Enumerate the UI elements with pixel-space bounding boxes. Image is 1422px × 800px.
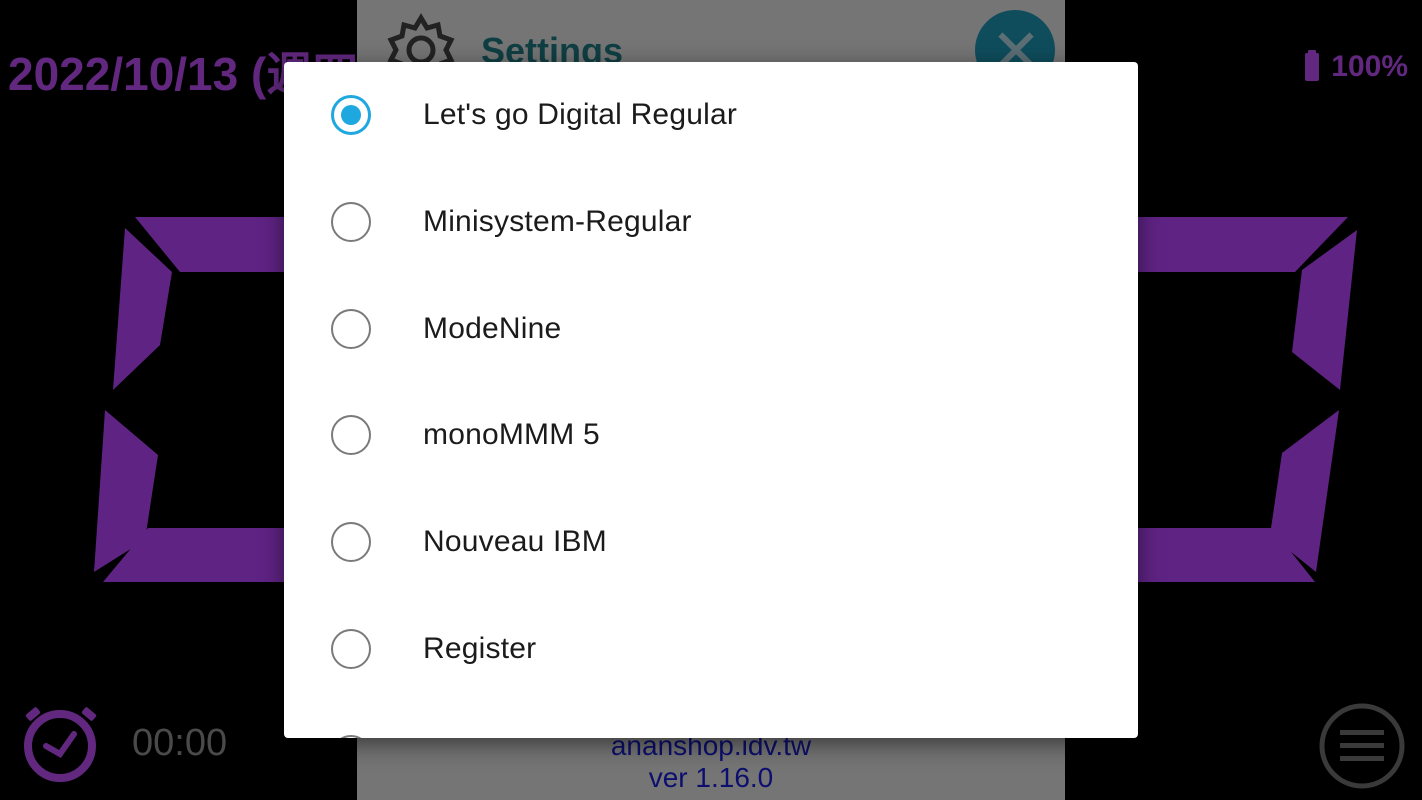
- radio-button[interactable]: [331, 735, 371, 738]
- font-option-minisystem[interactable]: Minisystem-Regular: [284, 169, 1138, 275]
- font-option-label: Let's go Digital Regular: [423, 98, 738, 131]
- radio-button[interactable]: [331, 629, 371, 669]
- font-option-label: Minisystem-Regular: [423, 205, 692, 238]
- font-option-label: monoMMM 5: [423, 418, 600, 451]
- font-option-modenine[interactable]: ModeNine: [284, 276, 1138, 382]
- font-option-label: Register: [423, 632, 537, 665]
- radio-button[interactable]: [331, 415, 371, 455]
- radio-button-selected[interactable]: [331, 95, 371, 135]
- font-option-monommm5[interactable]: monoMMM 5: [284, 382, 1138, 488]
- font-option-label: Nouveau IBM: [423, 525, 607, 558]
- radio-button[interactable]: [331, 522, 371, 562]
- font-option-nouveau-ibm[interactable]: Nouveau IBM: [284, 489, 1138, 595]
- font-selection-dialog: Let's go Digital Regular Minisystem-Regu…: [284, 62, 1138, 738]
- font-option-register[interactable]: Register: [284, 596, 1138, 702]
- font-option-label: ModeNine: [423, 312, 562, 345]
- font-option-partial[interactable]: [284, 702, 1138, 738]
- radio-button[interactable]: [331, 202, 371, 242]
- radio-button[interactable]: [331, 309, 371, 349]
- font-option-lets-go-digital[interactable]: Let's go Digital Regular: [284, 62, 1138, 168]
